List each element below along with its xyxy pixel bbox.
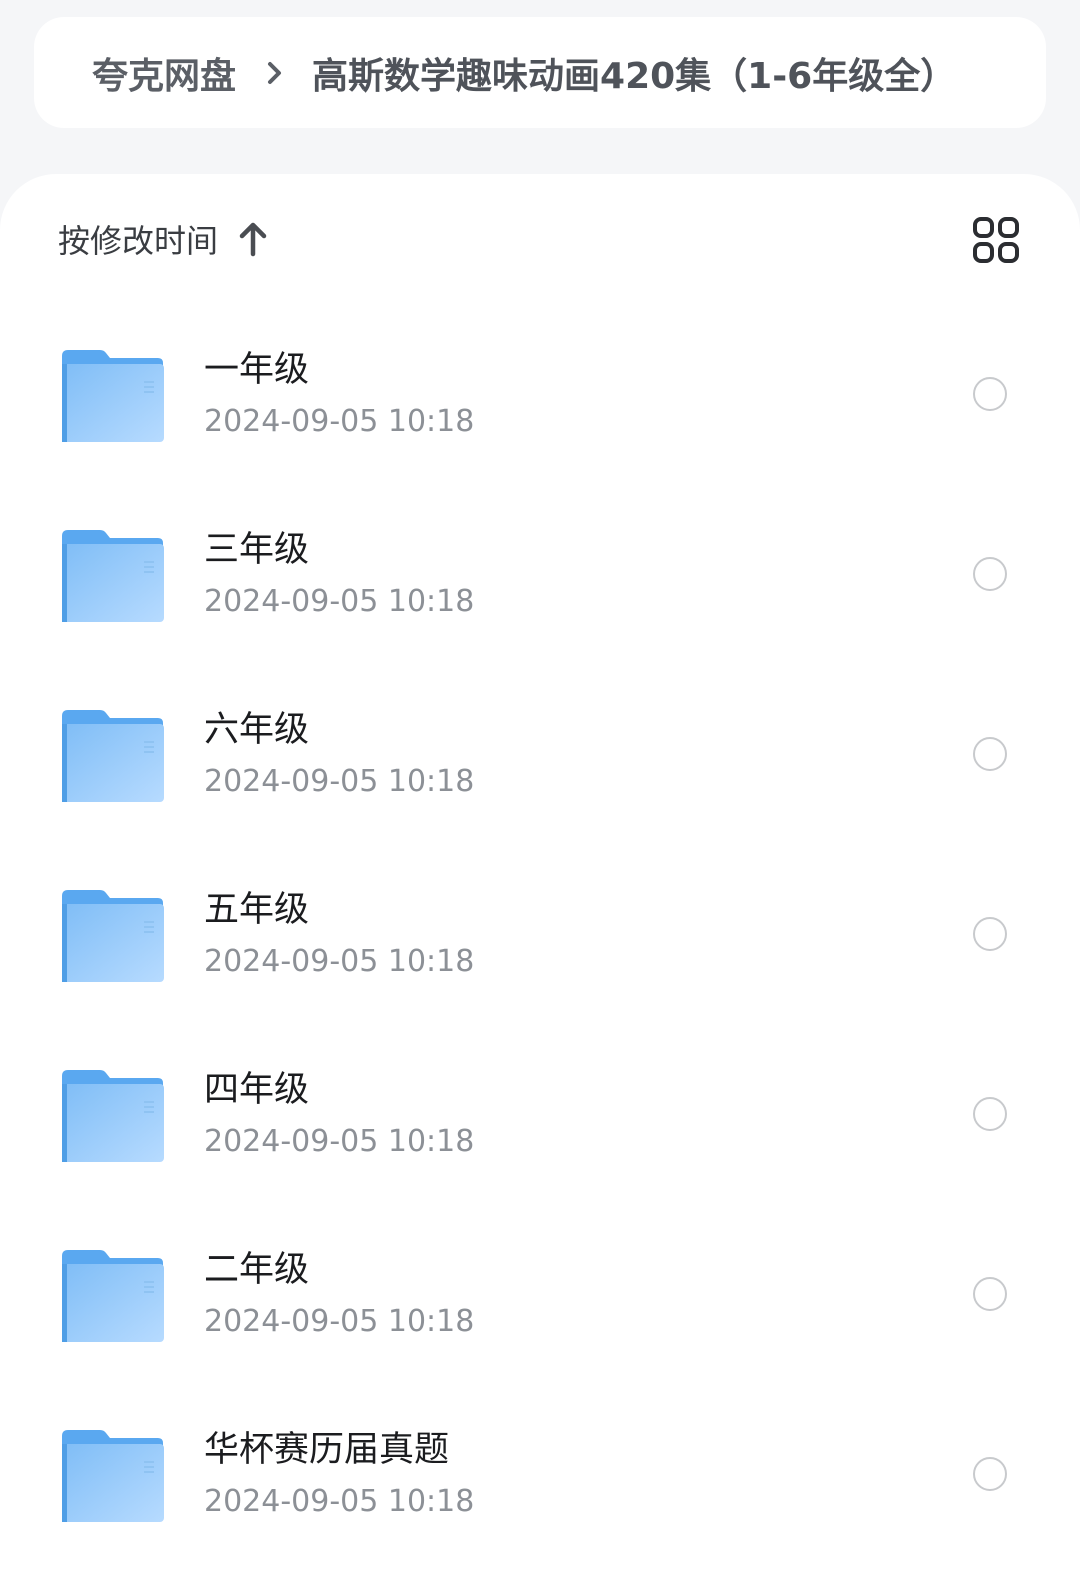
item-modified-time: 2024-09-05 10:18 [204,1124,475,1159]
folder-icon [62,530,164,622]
folder-icon [62,710,164,802]
select-checkbox[interactable] [973,917,1007,951]
file-list: 一年级 2024-09-05 10:18 三年级 2024-09-05 10:1… [0,304,1080,1564]
item-name: 三年级 [204,530,310,570]
chevron-right-icon [268,61,282,84]
select-checkbox[interactable] [973,557,1007,591]
list-item[interactable]: 一年级 2024-09-05 10:18 [0,304,1080,484]
list-item[interactable]: 五年级 2024-09-05 10:18 [0,844,1080,1024]
folder-icon [62,1070,164,1162]
item-name: 四年级 [204,1070,310,1110]
select-checkbox[interactable] [973,1457,1007,1491]
list-item[interactable]: 二年级 2024-09-05 10:18 [0,1204,1080,1384]
item-modified-time: 2024-09-05 10:18 [204,944,475,979]
select-checkbox[interactable] [973,1097,1007,1131]
arrow-up-icon [239,222,267,257]
item-modified-time: 2024-09-05 10:18 [204,1304,475,1339]
file-list-panel: 按修改时间 一年级 2024-09-05 10:18 三年级 2024-09-0… [0,174,1080,1574]
breadcrumb: 夸克网盘 高斯数学趣味动画420集（1-6年级全） [34,17,1046,128]
item-name: 六年级 [204,710,310,750]
item-name: 五年级 [204,890,310,930]
item-modified-time: 2024-09-05 10:18 [204,764,475,799]
sort-label: 按修改时间 [58,222,219,260]
item-modified-time: 2024-09-05 10:18 [204,1484,475,1519]
list-item[interactable]: 四年级 2024-09-05 10:18 [0,1024,1080,1204]
list-item[interactable]: 三年级 2024-09-05 10:18 [0,484,1080,664]
breadcrumb-root-link[interactable]: 夸克网盘 [92,47,236,99]
item-modified-time: 2024-09-05 10:18 [204,584,475,619]
sort-button[interactable]: 按修改时间 [58,214,270,264]
list-item[interactable]: 华杯赛历届真题 2024-09-05 10:18 [0,1384,1080,1564]
item-name: 二年级 [204,1250,310,1290]
item-name: 一年级 [204,350,310,390]
select-checkbox[interactable] [973,377,1007,411]
folder-icon [62,1250,164,1342]
breadcrumb-current-folder: 高斯数学趣味动画420集（1-6年级全） [312,55,957,97]
folder-icon [62,890,164,982]
select-checkbox[interactable] [973,1277,1007,1311]
grid-view-icon[interactable] [972,216,1020,264]
item-modified-time: 2024-09-05 10:18 [204,404,475,439]
folder-icon [62,1430,164,1522]
select-checkbox[interactable] [973,737,1007,771]
folder-icon [62,350,164,442]
item-name: 华杯赛历届真题 [204,1430,450,1470]
list-item[interactable]: 六年级 2024-09-05 10:18 [0,664,1080,844]
